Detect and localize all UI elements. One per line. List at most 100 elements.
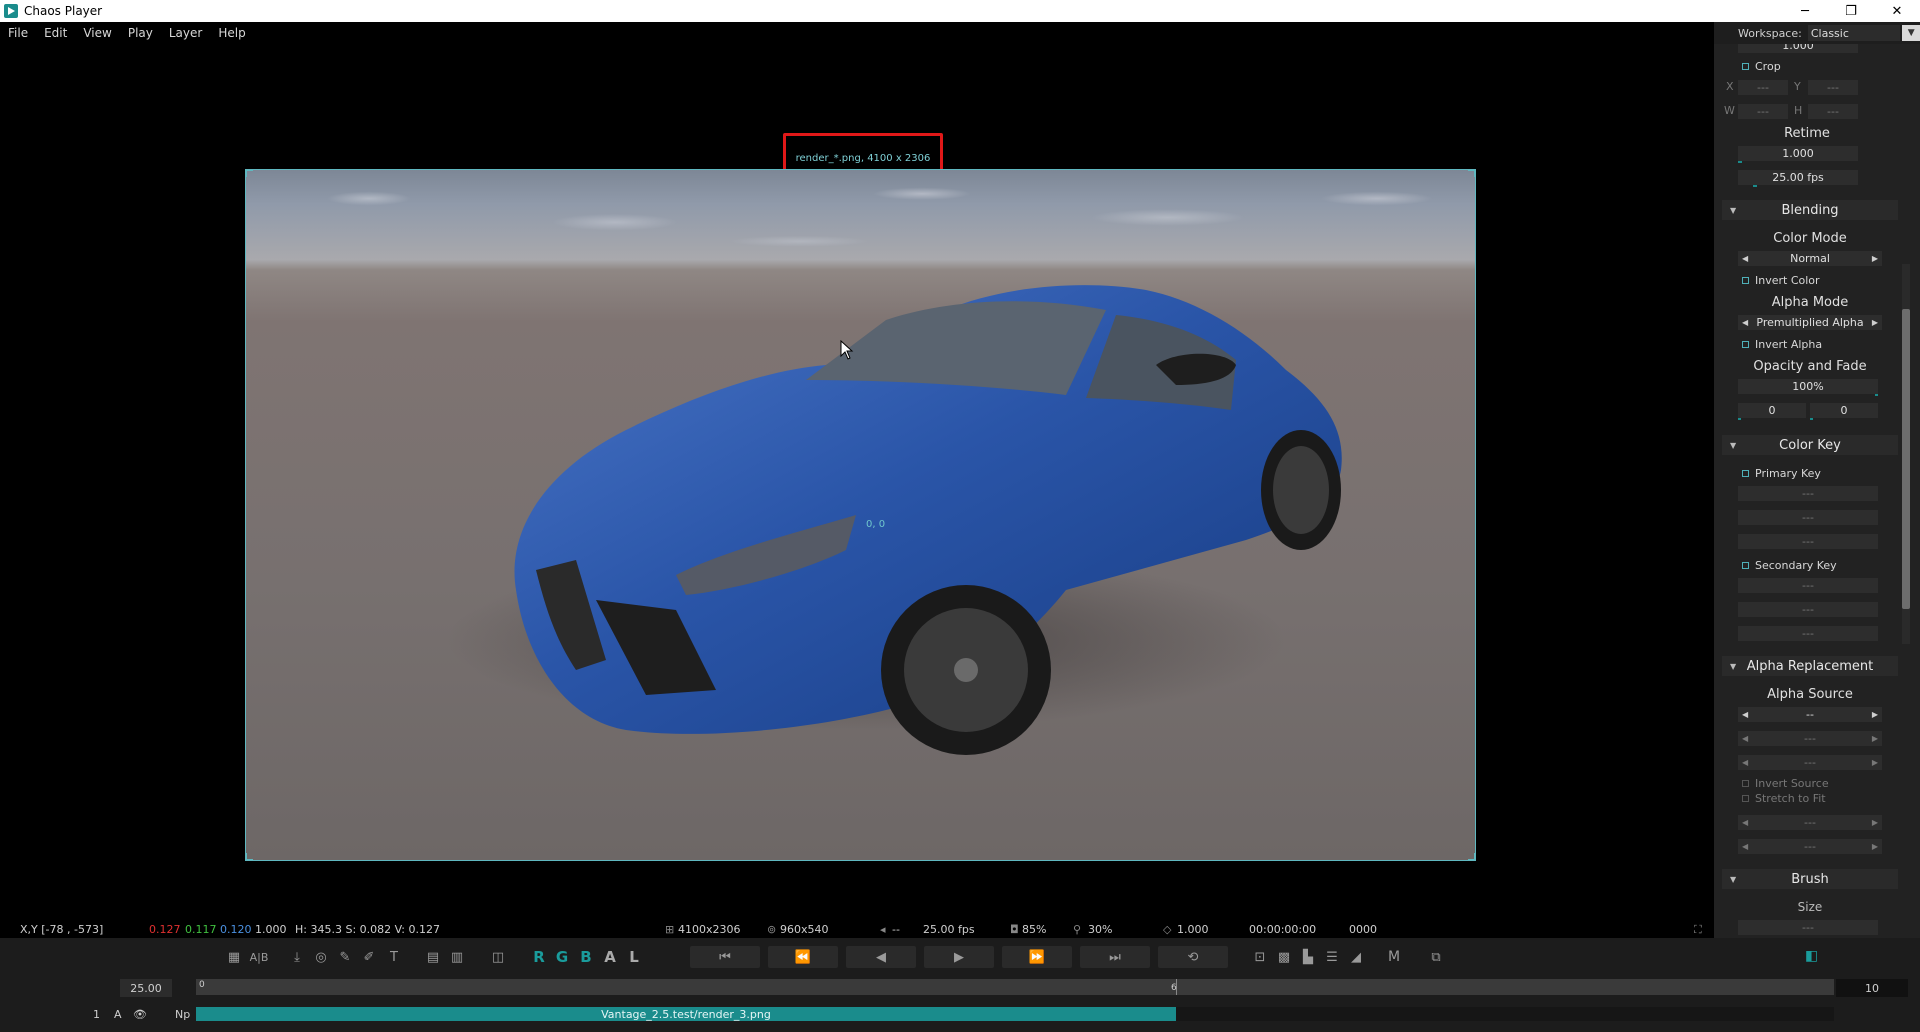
- loop-icon[interactable]: ⟲: [1158, 946, 1228, 968]
- step-back-icon[interactable]: ⏪: [768, 946, 838, 968]
- stretch-to-fit-checkbox[interactable]: Stretch to Fit: [1742, 792, 1826, 805]
- m-button[interactable]: M: [1386, 948, 1402, 966]
- panel-toggle-icon[interactable]: ◧: [1805, 948, 1818, 964]
- primary-key-field-2[interactable]: ---: [1738, 510, 1878, 525]
- prev-arrow-icon[interactable]: ◀: [1742, 318, 1748, 327]
- clip-bar[interactable]: Vantage_2.5.test/render_3.png: [196, 1007, 1176, 1021]
- compare-icon[interactable]: ⧉: [1428, 948, 1444, 966]
- alpha-source-select-3[interactable]: ◀ --- ▶: [1738, 755, 1882, 770]
- layer-np-label[interactable]: Np: [175, 1008, 190, 1021]
- alpha-source-select-2[interactable]: ◀ --- ▶: [1738, 731, 1882, 746]
- next-arrow-icon[interactable]: ▶: [1872, 254, 1878, 263]
- close-button[interactable]: ✕: [1874, 0, 1920, 22]
- fade-out-slider[interactable]: [1810, 418, 1813, 420]
- menu-layer[interactable]: Layer: [161, 26, 210, 40]
- download-icon[interactable]: ⤓: [289, 948, 305, 966]
- audio-icon[interactable]: ◂: [880, 923, 886, 936]
- stripes-icon[interactable]: ☰: [1324, 948, 1340, 966]
- prev-arrow-icon[interactable]: ◀: [1742, 254, 1748, 263]
- menu-play[interactable]: Play: [120, 26, 161, 40]
- fit-icon[interactable]: ⊡: [1252, 948, 1268, 966]
- ab-compare-button[interactable]: A|B: [247, 948, 271, 966]
- menu-file[interactable]: File: [0, 26, 36, 40]
- fade-out-field[interactable]: 0: [1810, 403, 1878, 420]
- layer-a-label[interactable]: A: [114, 1008, 122, 1021]
- skip-to-start-icon[interactable]: ⏮: [690, 946, 760, 968]
- retime-fps-slider[interactable]: [1753, 185, 1757, 187]
- invert-source-checkbox[interactable]: Invert Source: [1742, 777, 1829, 790]
- top-value-field[interactable]: 1.000: [1738, 44, 1858, 53]
- next-arrow-icon[interactable]: ▶: [1872, 842, 1878, 851]
- crop-checkbox[interactable]: Crop: [1742, 60, 1781, 73]
- maximize-button[interactable]: ❐: [1828, 0, 1874, 22]
- channel-l-button[interactable]: L: [626, 948, 642, 966]
- rendered-image[interactable]: 0, 0: [245, 169, 1476, 861]
- secondary-key-field-2[interactable]: ---: [1738, 602, 1878, 617]
- primary-key-field-3[interactable]: ---: [1738, 534, 1878, 549]
- checker-icon[interactable]: ▩: [1276, 948, 1292, 966]
- channel-b-button[interactable]: B: [578, 948, 594, 966]
- primary-key-checkbox[interactable]: Primary Key: [1742, 467, 1821, 480]
- next-arrow-icon[interactable]: ▶: [1872, 758, 1878, 767]
- eye-icon[interactable]: 👁: [133, 1008, 147, 1021]
- channel-g-button[interactable]: G: [554, 948, 570, 966]
- ramp-icon[interactable]: ◢: [1348, 948, 1364, 966]
- secondary-key-field-1[interactable]: ---: [1738, 578, 1878, 593]
- menu-edit[interactable]: Edit: [36, 26, 75, 40]
- next-arrow-icon[interactable]: ▶: [1872, 818, 1878, 827]
- secondary-key-checkbox[interactable]: Secondary Key: [1742, 559, 1837, 572]
- color-mode-select[interactable]: ◀ Normal ▶: [1738, 251, 1882, 266]
- crop-w-field[interactable]: ---: [1738, 104, 1788, 119]
- pencil-icon[interactable]: ✎: [337, 948, 353, 966]
- alpha-mode-select[interactable]: ◀ Premultiplied Alpha ▶: [1738, 315, 1882, 330]
- prev-arrow-icon[interactable]: ◀: [1742, 710, 1748, 719]
- invert-alpha-checkbox[interactable]: Invert Alpha: [1742, 338, 1822, 351]
- channel-r-button[interactable]: R: [531, 948, 547, 966]
- fade-in-field[interactable]: 0: [1738, 403, 1806, 420]
- crop-h-field[interactable]: ---: [1808, 104, 1858, 119]
- crop-y-field[interactable]: ---: [1808, 80, 1858, 95]
- retime-speed-field[interactable]: 1.000: [1738, 146, 1858, 163]
- prev-arrow-icon[interactable]: ◀: [1742, 734, 1748, 743]
- retime-speed-slider[interactable]: [1738, 161, 1742, 163]
- annotate-icon[interactable]: ✐: [361, 948, 377, 966]
- next-arrow-icon[interactable]: ▶: [1872, 734, 1878, 743]
- fade-in-slider[interactable]: [1738, 418, 1741, 420]
- split-view-icon[interactable]: ◫: [490, 948, 506, 966]
- skip-to-end-icon[interactable]: ⏭: [1080, 946, 1150, 968]
- resize-handle[interactable]: [246, 853, 253, 860]
- menu-help[interactable]: Help: [210, 26, 253, 40]
- stack-icon[interactable]: ▥: [449, 948, 465, 966]
- channel-a-button[interactable]: A: [602, 948, 618, 966]
- grid-icon[interactable]: ▦: [226, 948, 242, 966]
- next-arrow-icon[interactable]: ▶: [1872, 710, 1878, 719]
- workspace-dropdown[interactable]: Classic: [1807, 25, 1901, 41]
- next-arrow-icon[interactable]: ▶: [1872, 318, 1878, 327]
- fullscreen-icon[interactable]: ⛶: [1694, 923, 1702, 937]
- resize-handle[interactable]: [246, 170, 253, 177]
- play-backward-icon[interactable]: ◀: [846, 946, 916, 968]
- panel-scrollbar[interactable]: [1902, 264, 1910, 644]
- brush-size-field[interactable]: ---: [1738, 920, 1878, 935]
- brush-heading[interactable]: ▼ Brush: [1722, 869, 1898, 889]
- secondary-key-field-3[interactable]: ---: [1738, 626, 1878, 641]
- timeline-track[interactable]: 0 6: [196, 979, 1834, 995]
- crop-x-field[interactable]: ---: [1738, 80, 1788, 95]
- retime-fps-field[interactable]: 25.00 fps: [1738, 170, 1858, 187]
- step-forward-icon[interactable]: ⏩: [1002, 946, 1072, 968]
- timeline-end[interactable]: 10: [1836, 979, 1908, 997]
- resize-handle[interactable]: [1468, 170, 1475, 177]
- menu-view[interactable]: View: [75, 26, 119, 40]
- color-key-heading[interactable]: ▼ Color Key: [1722, 435, 1898, 455]
- alpha-option-select-1[interactable]: ◀ --- ▶: [1738, 815, 1882, 830]
- alpha-source-select[interactable]: ◀ -- ▶: [1738, 707, 1882, 722]
- prev-arrow-icon[interactable]: ◀: [1742, 758, 1748, 767]
- bars-icon[interactable]: ▙: [1300, 948, 1316, 966]
- layers-icon[interactable]: ▤: [425, 948, 441, 966]
- prev-arrow-icon[interactable]: ◀: [1742, 818, 1748, 827]
- invert-color-checkbox[interactable]: Invert Color: [1742, 274, 1820, 287]
- text-tool-button[interactable]: T: [386, 948, 402, 966]
- play-icon[interactable]: ▶: [924, 946, 994, 968]
- image-viewer[interactable]: render_*.png, 4100 x 2306 0, 0: [0, 44, 1714, 920]
- alpha-replacement-heading[interactable]: ▼ Alpha Replacement: [1722, 656, 1898, 676]
